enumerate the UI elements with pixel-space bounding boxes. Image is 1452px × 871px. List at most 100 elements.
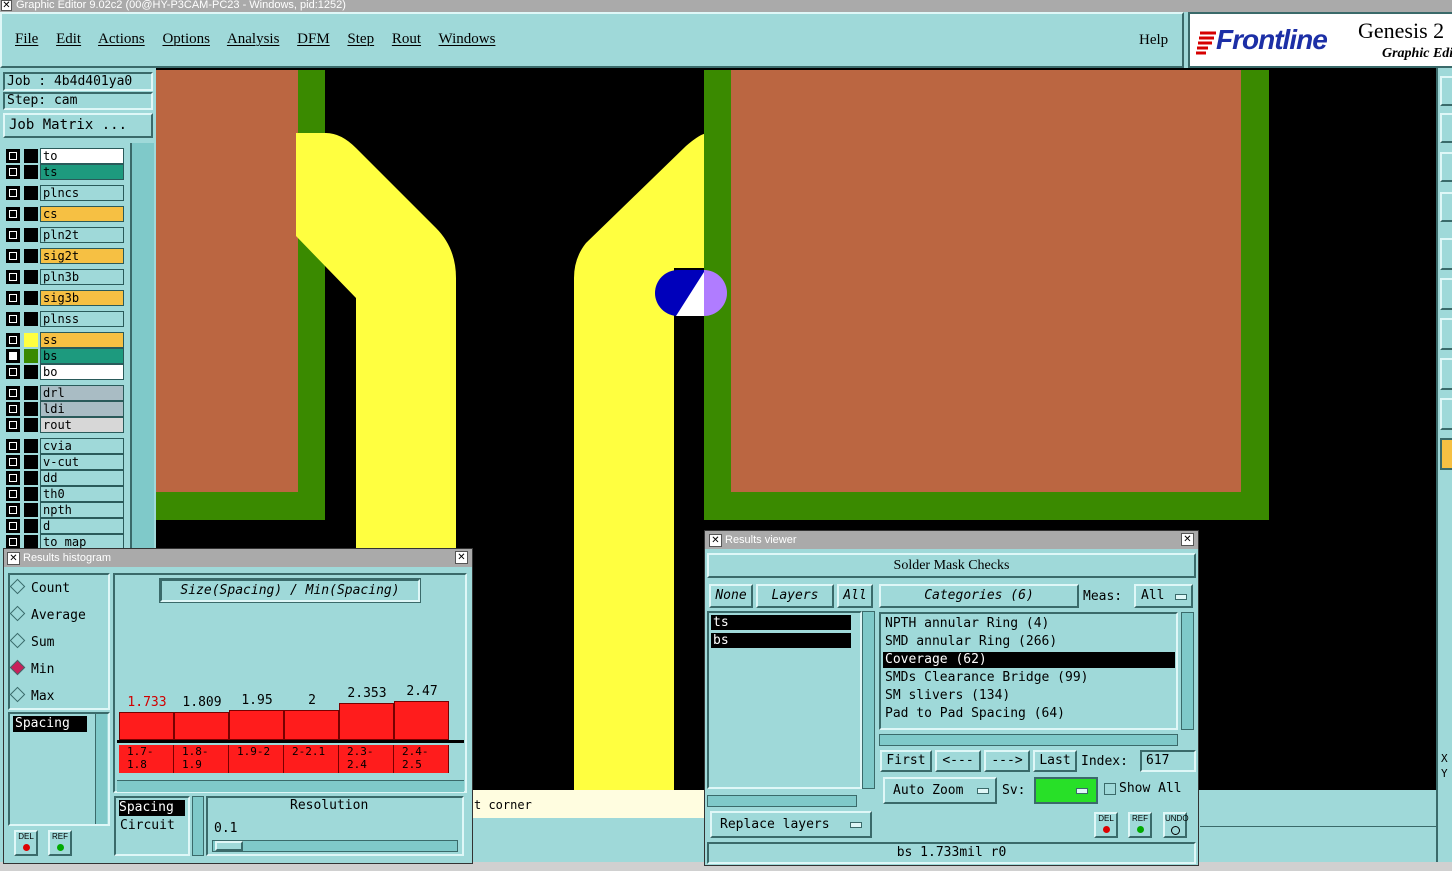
histogram-bar[interactable] bbox=[284, 710, 339, 740]
category-hscroll[interactable] bbox=[879, 734, 1178, 746]
layer-name[interactable]: v-cut bbox=[40, 454, 124, 470]
layer-color-swatch[interactable] bbox=[24, 186, 38, 200]
layer-checkbox[interactable] bbox=[6, 439, 20, 453]
sv-color-select[interactable] bbox=[1034, 777, 1098, 804]
histogram-bar[interactable] bbox=[174, 712, 229, 740]
layer-color-swatch[interactable] bbox=[24, 471, 38, 485]
layer-name[interactable]: th0 bbox=[40, 486, 124, 502]
layer-row-bs[interactable]: bs bbox=[6, 348, 124, 364]
layer-color-swatch[interactable] bbox=[24, 207, 38, 221]
results-undo-button[interactable]: UNDO bbox=[1163, 812, 1189, 838]
layer-color-swatch[interactable] bbox=[24, 270, 38, 284]
histogram-bar[interactable] bbox=[394, 701, 449, 740]
menu-edit[interactable]: Edit bbox=[56, 31, 81, 47]
del-button[interactable]: DEL bbox=[14, 830, 38, 856]
menu-step[interactable]: Step bbox=[347, 31, 374, 47]
resolution-slider-thumb[interactable] bbox=[215, 841, 243, 851]
layer-color-swatch[interactable] bbox=[24, 519, 38, 533]
layer-color-swatch[interactable] bbox=[24, 503, 38, 517]
layer-name[interactable]: d bbox=[40, 518, 124, 534]
layer-name[interactable]: to bbox=[40, 148, 124, 164]
layer-list-scroll[interactable] bbox=[130, 143, 154, 548]
options-scrollbar[interactable] bbox=[192, 796, 204, 856]
layer-checkbox[interactable] bbox=[6, 535, 20, 549]
layer-checkbox[interactable] bbox=[6, 149, 20, 163]
menu-options[interactable]: Options bbox=[162, 31, 210, 47]
all-button[interactable]: All bbox=[837, 584, 873, 608]
layer-color-swatch[interactable] bbox=[24, 418, 38, 432]
layer-checkbox[interactable] bbox=[6, 487, 20, 501]
layer-name[interactable]: dd bbox=[40, 470, 124, 486]
layer-name[interactable]: plnss bbox=[40, 311, 124, 327]
layer-color-swatch[interactable] bbox=[24, 402, 38, 416]
layer-color-swatch[interactable] bbox=[24, 149, 38, 163]
layer-checkbox[interactable] bbox=[6, 471, 20, 485]
histogram-close-icon[interactable]: ✕ bbox=[455, 551, 468, 564]
layer-checkbox[interactable] bbox=[6, 333, 20, 347]
layer-color-swatch[interactable] bbox=[24, 487, 38, 501]
toolbar-btn-1[interactable] bbox=[1440, 76, 1452, 106]
prev-button[interactable]: <--- bbox=[935, 750, 981, 772]
layer-row-v-cut[interactable]: v-cut bbox=[6, 454, 124, 470]
layer-row-plncs[interactable]: plncs bbox=[6, 185, 124, 201]
mode-min[interactable]: Min bbox=[9, 659, 54, 677]
show-all-checkbox[interactable] bbox=[1104, 783, 1116, 795]
window-menu-icon[interactable]: ✕ bbox=[709, 534, 722, 547]
layer-color-swatch[interactable] bbox=[24, 535, 38, 549]
layer-name[interactable]: rout bbox=[40, 417, 124, 433]
mode-max[interactable]: Max bbox=[9, 686, 54, 704]
layer-row-pln3b[interactable]: pln3b bbox=[6, 269, 124, 285]
layer-row-dd[interactable]: dd bbox=[6, 470, 124, 486]
layer-checkbox[interactable] bbox=[6, 402, 20, 416]
toolbar-btn-2[interactable] bbox=[1440, 113, 1452, 143]
layer-name[interactable]: pln3b bbox=[40, 269, 124, 285]
layer-checkbox[interactable] bbox=[6, 519, 20, 533]
toolbar-btn-3[interactable] bbox=[1440, 152, 1452, 182]
results-del-button[interactable]: DEL bbox=[1094, 812, 1118, 838]
menu-actions[interactable]: Actions bbox=[98, 31, 145, 47]
last-button[interactable]: Last bbox=[1033, 750, 1077, 772]
none-button[interactable]: None bbox=[709, 584, 753, 608]
layer-checkbox[interactable] bbox=[6, 455, 20, 469]
layer-list-vscroll[interactable] bbox=[862, 611, 875, 789]
layer-checkbox[interactable] bbox=[6, 418, 20, 432]
layer-color-swatch[interactable] bbox=[24, 291, 38, 305]
layer-row-sig3b[interactable]: sig3b bbox=[6, 290, 124, 306]
layer-color-swatch[interactable] bbox=[24, 333, 38, 347]
toolbar-btn-9[interactable] bbox=[1440, 398, 1452, 430]
layer-name[interactable]: cvia bbox=[40, 438, 124, 454]
toolbar-btn-10[interactable] bbox=[1440, 438, 1452, 470]
option-spacing[interactable]: Spacing bbox=[119, 800, 185, 816]
option-circuit[interactable]: Circuit bbox=[120, 818, 175, 833]
layer-list-hscroll[interactable] bbox=[707, 795, 857, 807]
toolbar-btn-6[interactable] bbox=[1440, 278, 1452, 310]
menu-windows[interactable]: Windows bbox=[439, 31, 496, 47]
menu-analysis[interactable]: Analysis bbox=[227, 31, 280, 47]
histogram-hscroll[interactable] bbox=[117, 780, 464, 792]
layer-row-drl[interactable]: drl bbox=[6, 385, 124, 401]
layer-color-swatch[interactable] bbox=[24, 249, 38, 263]
layer-name[interactable]: bo bbox=[40, 364, 124, 380]
job-matrix-button[interactable]: Job Matrix ... bbox=[3, 113, 153, 138]
layer-row-bo[interactable]: bo bbox=[6, 364, 124, 380]
layer-row-th0[interactable]: th0 bbox=[6, 486, 124, 502]
category-item[interactable]: SMD annular Ring (266) bbox=[883, 634, 1175, 650]
layer-color-swatch[interactable] bbox=[24, 365, 38, 379]
layer-row-rout[interactable]: rout bbox=[6, 417, 124, 433]
layer-name[interactable]: plncs bbox=[40, 185, 124, 201]
layer-row-pln2t[interactable]: pln2t bbox=[6, 227, 124, 243]
layer-row-ldi[interactable]: ldi bbox=[6, 401, 124, 417]
layer-row-sig2t[interactable]: sig2t bbox=[6, 248, 124, 264]
category-item[interactable]: Pad to Pad Spacing (64) bbox=[883, 706, 1175, 722]
layer-color-swatch[interactable] bbox=[24, 349, 38, 363]
layer-checkbox[interactable] bbox=[6, 386, 20, 400]
layer-row-to[interactable]: to bbox=[6, 148, 124, 164]
histogram-bar[interactable] bbox=[339, 703, 394, 740]
layer-color-swatch[interactable] bbox=[24, 228, 38, 242]
layer-row-plnss[interactable]: plnss bbox=[6, 311, 124, 327]
layer-checkbox[interactable] bbox=[6, 349, 20, 363]
menu-rout[interactable]: Rout bbox=[392, 31, 421, 47]
next-button[interactable]: ---> bbox=[984, 750, 1030, 772]
layer-color-swatch[interactable] bbox=[24, 439, 38, 453]
toolbar-btn-4[interactable] bbox=[1440, 192, 1452, 222]
